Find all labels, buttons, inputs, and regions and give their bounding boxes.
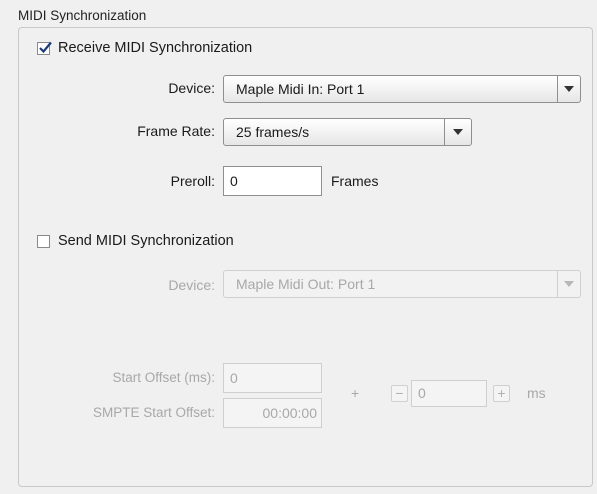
receive-sync-label[interactable]: Receive MIDI Synchronization [58,40,252,56]
preroll-label: Preroll: [170,173,215,189]
checkbox-box [37,235,50,248]
receive-device-select[interactable]: Maple Midi In: Port 1 [223,75,581,103]
smpte-start-offset-input[interactable]: 00:00:00 [223,398,322,428]
receive-device-dropdown-button[interactable] [557,76,580,102]
receive-device-label: Device: [168,80,215,96]
send-device-select[interactable]: Maple Midi Out: Port 1 [223,270,581,298]
checkmark-icon [39,41,52,54]
preroll-unit: Frames [331,173,379,189]
frame-rate-value: 25 frames/s [236,124,310,140]
smpte-start-offset-label: SMPTE Start Offset: [92,405,215,420]
receive-device-value: Maple Midi In: Port 1 [236,81,365,97]
send-device-label: Device: [168,277,215,293]
checkbox-box [37,41,52,55]
start-offset-label: Start Offset (ms): [112,370,215,385]
frame-rate-dropdown-button[interactable] [444,119,471,145]
chevron-down-icon [564,86,574,92]
group-title: MIDI Synchronization [18,8,147,23]
chevron-down-icon [564,281,574,287]
frame-rate-select[interactable]: 25 frames/s [223,118,472,146]
receive-sync-checkbox[interactable] [37,41,52,55]
send-device-value: Maple Midi Out: Port 1 [236,276,376,292]
plus-sign: + [351,385,360,401]
ms-offset-input[interactable]: 0 [411,380,487,407]
frame-rate-label: Frame Rate: [137,123,215,139]
decrement-button[interactable]: − [391,385,408,402]
chevron-down-icon [453,129,463,135]
send-device-dropdown-button[interactable] [557,271,580,297]
start-offset-input[interactable]: 0 [223,363,322,393]
send-sync-checkbox[interactable] [37,235,50,248]
increment-button[interactable]: + [493,385,510,402]
send-sync-label[interactable]: Send MIDI Synchronization [58,233,234,249]
preroll-input[interactable]: 0 [223,166,322,196]
ms-unit: ms [527,385,546,401]
